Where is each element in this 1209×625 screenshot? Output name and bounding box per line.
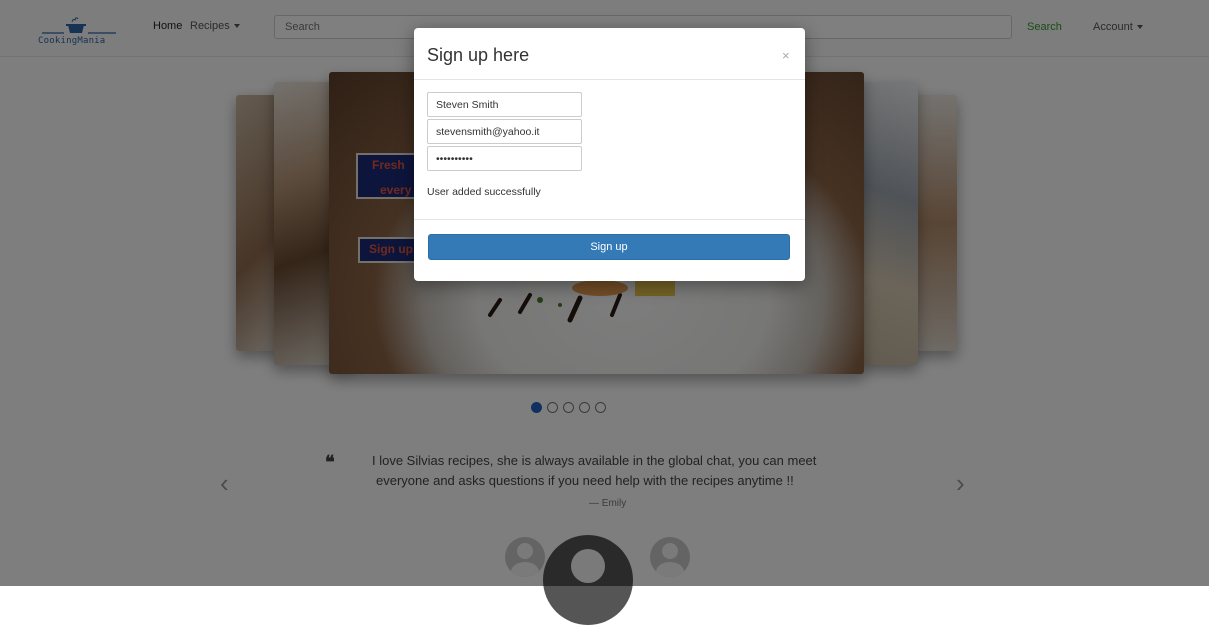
close-icon[interactable]: ×	[782, 48, 790, 63]
name-field[interactable]	[427, 92, 582, 117]
signup-modal: Sign up here × User added successfully S…	[414, 28, 805, 281]
divider	[414, 219, 805, 220]
modal-title: Sign up here	[427, 45, 530, 65]
email-field[interactable]	[427, 119, 582, 144]
status-message: User added successfully	[427, 186, 541, 198]
divider	[414, 79, 805, 80]
signup-button[interactable]: Sign up	[428, 234, 790, 260]
password-field[interactable]	[427, 146, 582, 171]
